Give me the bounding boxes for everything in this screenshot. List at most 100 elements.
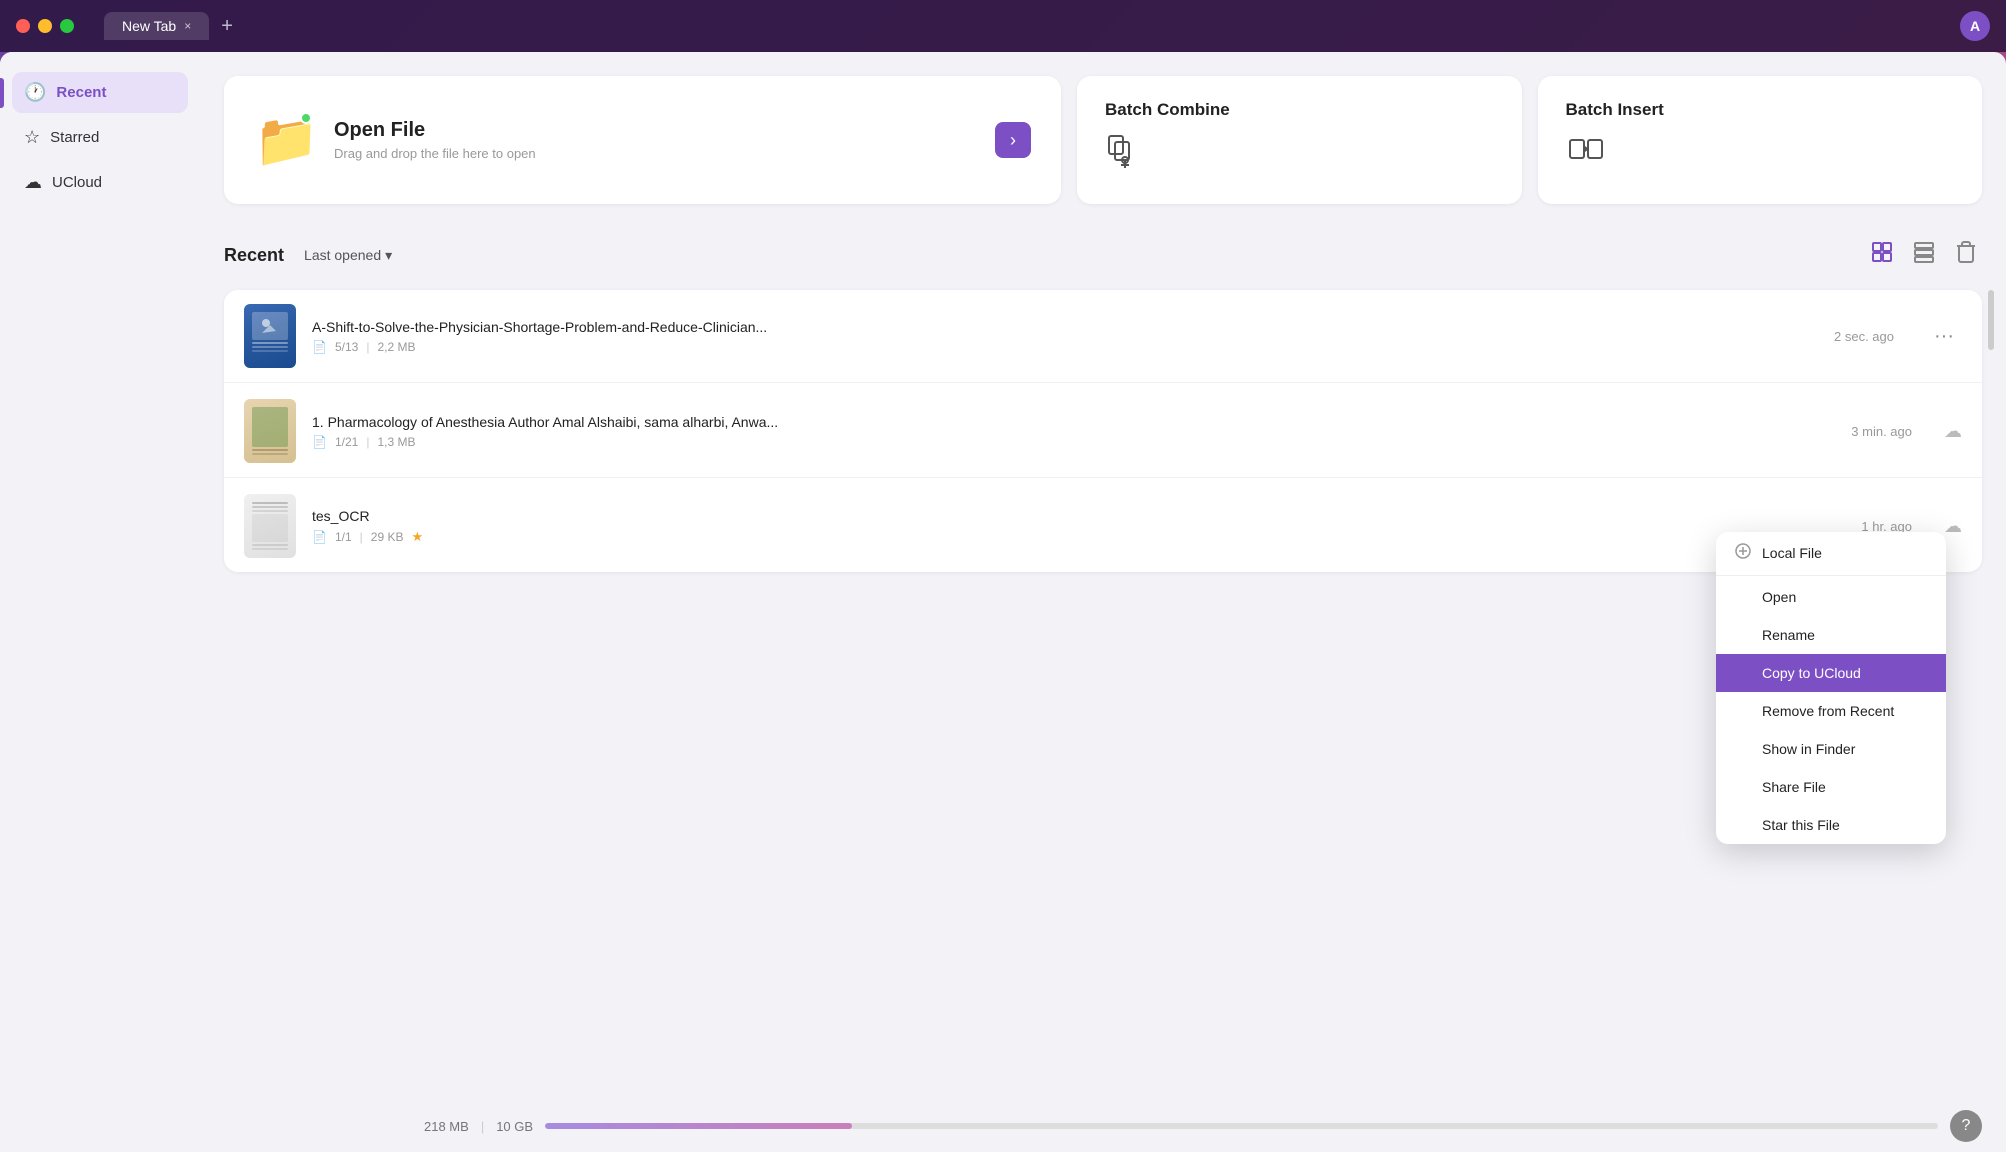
context-menu-rename[interactable]: Rename bbox=[1716, 616, 1946, 654]
help-button[interactable]: ? bbox=[1950, 1110, 1982, 1142]
open-file-subtitle: Drag and drop the file here to open bbox=[334, 146, 536, 161]
tab-label: New Tab bbox=[122, 18, 176, 34]
sidebar-item-ucloud[interactable]: ☁ UCloud bbox=[12, 162, 188, 203]
batch-combine-card[interactable]: Batch Combine bbox=[1077, 76, 1522, 204]
view-list-button[interactable] bbox=[1908, 236, 1940, 274]
tab-new[interactable]: New Tab × bbox=[104, 12, 209, 40]
file-time: 3 min. ago bbox=[1851, 424, 1912, 439]
sidebar: 🕐 Recent ☆ Starred ☁ UCloud bbox=[0, 52, 200, 1152]
file-meta: 📄 1/21 | 1,3 MB bbox=[312, 435, 1835, 449]
starred-icon: ★ bbox=[411, 529, 423, 545]
context-menu-remove-recent[interactable]: Remove from Recent bbox=[1716, 692, 1946, 730]
local-file-icon bbox=[1734, 543, 1752, 562]
file-actions: ··· bbox=[1926, 321, 1962, 352]
file-item[interactable]: 1. Pharmacology of Anesthesia Author Ama… bbox=[224, 385, 1982, 478]
context-menu-share-file[interactable]: Share File bbox=[1716, 768, 1946, 806]
sidebar-label-recent: Recent bbox=[56, 84, 106, 101]
tab-add-icon[interactable]: + bbox=[213, 11, 241, 42]
file-actions: ☁ bbox=[1944, 516, 1962, 537]
file-list: A-Shift-to-Solve-the-Physician-Shortage-… bbox=[224, 290, 1982, 572]
context-menu-star-file[interactable]: Star this File bbox=[1716, 806, 1946, 844]
title-bar: New Tab × + A bbox=[0, 0, 2006, 52]
context-menu-show-finder[interactable]: Show in Finder bbox=[1716, 730, 1946, 768]
file-size: 2,2 MB bbox=[377, 340, 415, 354]
context-local-file-label: Local File bbox=[1762, 545, 1822, 561]
storage-fill bbox=[545, 1123, 851, 1129]
file-pages: 1/1 bbox=[335, 530, 352, 544]
file-meta: 📄 1/1 | 29 KB ★ bbox=[312, 529, 1845, 545]
context-show-finder-label: Show in Finder bbox=[1762, 741, 1855, 757]
open-file-title: Open File bbox=[334, 119, 536, 142]
context-remove-recent-label: Remove from Recent bbox=[1762, 703, 1894, 719]
context-menu-copy-ucloud[interactable]: Copy to UCloud bbox=[1716, 654, 1946, 692]
context-rename-label: Rename bbox=[1762, 627, 1815, 643]
file-pages: 5/13 bbox=[335, 340, 358, 354]
active-indicator bbox=[0, 78, 4, 108]
file-name: tes_OCR bbox=[312, 508, 1845, 524]
storage-bar bbox=[545, 1123, 1938, 1129]
folder-dot bbox=[300, 112, 312, 124]
storage-total: 10 GB bbox=[496, 1119, 533, 1134]
view-controls bbox=[1866, 236, 1982, 274]
folder-icon-container: 📁 bbox=[254, 110, 314, 170]
file-info: A-Shift-to-Solve-the-Physician-Shortage-… bbox=[312, 319, 1818, 354]
batch-insert-card[interactable]: Batch Insert bbox=[1538, 76, 1983, 204]
file-size: 1,3 MB bbox=[377, 435, 415, 449]
arrow-icon: › bbox=[1010, 130, 1016, 151]
bottom-bar: 218 MB | 10 GB ? bbox=[400, 1100, 2006, 1152]
sort-label: Last opened bbox=[304, 247, 381, 263]
file-info: tes_OCR 📄 1/1 | 29 KB ★ bbox=[312, 508, 1845, 545]
sidebar-wrapper: 🕐 Recent ☆ Starred ☁ UCloud bbox=[12, 72, 188, 203]
storage-used: 218 MB bbox=[424, 1119, 469, 1134]
storage-separator: | bbox=[481, 1119, 484, 1134]
batch-insert-title: Batch Insert bbox=[1566, 100, 1664, 120]
file-thumbnail bbox=[244, 399, 296, 463]
batch-combine-icon bbox=[1105, 132, 1145, 180]
sidebar-label-ucloud: UCloud bbox=[52, 174, 102, 191]
top-cards: 📁 Open File Drag and drop the file here … bbox=[224, 76, 1982, 204]
recent-header: Recent Last opened ▾ bbox=[224, 236, 1982, 274]
open-file-arrow[interactable]: › bbox=[995, 122, 1031, 158]
view-grid-button[interactable] bbox=[1866, 236, 1898, 274]
tab-bar: New Tab × + bbox=[104, 11, 241, 42]
batch-combine-title: Batch Combine bbox=[1105, 100, 1230, 120]
file-size: 29 KB bbox=[371, 530, 404, 544]
sidebar-item-recent[interactable]: 🕐 Recent bbox=[12, 72, 188, 113]
file-name: A-Shift-to-Solve-the-Physician-Shortage-… bbox=[312, 319, 1818, 335]
page-icon: 📄 bbox=[312, 435, 327, 449]
context-menu-open[interactable]: Open bbox=[1716, 578, 1946, 616]
traffic-lights bbox=[16, 19, 74, 33]
file-pages: 1/21 bbox=[335, 435, 358, 449]
more-options-button[interactable]: ··· bbox=[1926, 321, 1962, 352]
scrollbar-thumb[interactable] bbox=[1988, 290, 1994, 350]
trash-button[interactable] bbox=[1950, 236, 1982, 274]
context-menu-local-file[interactable]: Local File bbox=[1716, 532, 1946, 573]
file-item[interactable]: A-Shift-to-Solve-the-Physician-Shortage-… bbox=[224, 290, 1982, 383]
page-icon: 📄 bbox=[312, 530, 327, 544]
tab-close-icon[interactable]: × bbox=[184, 19, 191, 33]
sort-button[interactable]: Last opened ▾ bbox=[304, 247, 392, 264]
scrollbar-track[interactable] bbox=[1988, 290, 1994, 572]
file-time: 2 sec. ago bbox=[1834, 329, 1894, 344]
main-area: 🕐 Recent ☆ Starred ☁ UCloud 📁 bbox=[0, 52, 2006, 1152]
context-menu-divider bbox=[1716, 575, 1946, 576]
sidebar-label-starred: Starred bbox=[50, 129, 99, 146]
close-button[interactable] bbox=[16, 19, 30, 33]
star-icon-sidebar: ☆ bbox=[24, 127, 40, 148]
context-menu: Local File Open Rename Copy to UCloud Re… bbox=[1716, 532, 1946, 844]
file-thumbnail bbox=[244, 494, 296, 558]
fullscreen-button[interactable] bbox=[60, 19, 74, 33]
sidebar-item-starred[interactable]: ☆ Starred bbox=[12, 117, 188, 158]
clock-icon: 🕐 bbox=[24, 82, 46, 103]
avatar[interactable]: A bbox=[1960, 11, 1990, 41]
open-file-text: Open File Drag and drop the file here to… bbox=[334, 119, 536, 161]
context-share-file-label: Share File bbox=[1762, 779, 1826, 795]
page-icon: 📄 bbox=[312, 340, 327, 354]
open-file-card[interactable]: 📁 Open File Drag and drop the file here … bbox=[224, 76, 1061, 204]
file-actions: ☁ bbox=[1944, 421, 1962, 442]
file-list-wrapper: A-Shift-to-Solve-the-Physician-Shortage-… bbox=[224, 290, 1982, 572]
minimize-button[interactable] bbox=[38, 19, 52, 33]
content-area: 📁 Open File Drag and drop the file here … bbox=[200, 52, 2006, 1152]
file-info: 1. Pharmacology of Anesthesia Author Ama… bbox=[312, 414, 1835, 449]
file-thumbnail bbox=[244, 304, 296, 368]
